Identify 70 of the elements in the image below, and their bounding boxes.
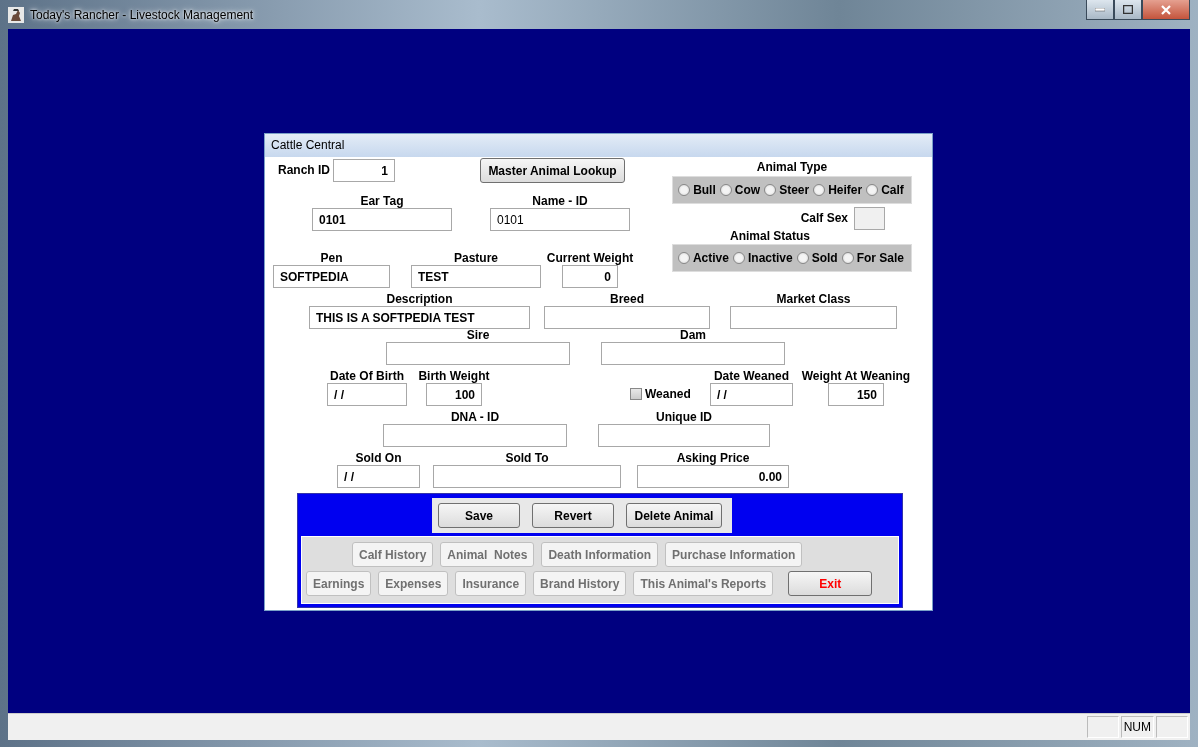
radio-option[interactable]: Bull	[678, 183, 716, 197]
field-label: Description	[386, 293, 453, 306]
text-field[interactable]: 0101	[490, 208, 630, 231]
field-label: Ranch ID	[278, 164, 328, 177]
minimize-button[interactable]	[1086, 0, 1114, 20]
radio-option[interactable]: Sold	[796, 251, 838, 265]
text-field[interactable]: 0	[562, 265, 618, 288]
radio-option[interactable]: Heifer	[813, 183, 863, 197]
field-label: Sire	[466, 329, 490, 342]
text-field[interactable]: / /	[327, 383, 407, 406]
group-label: Animal Status	[730, 230, 810, 243]
maximize-button[interactable]	[1114, 0, 1142, 20]
field-label: Asking Price	[676, 452, 750, 465]
text-field[interactable]: TEST	[411, 265, 541, 288]
text-field[interactable]: 0.00	[637, 465, 789, 488]
text-field[interactable]: 150	[827, 383, 884, 406]
field-label: Sold On	[355, 452, 402, 465]
lookup-button[interactable]: Master Animal Lookup	[480, 158, 625, 183]
field-label: Calf Sex	[800, 212, 848, 225]
text-field[interactable]	[854, 207, 885, 230]
text-field[interactable]: SOFTPEDIA	[273, 265, 390, 288]
num-lock-indicator: NUM	[1120, 716, 1154, 738]
text-field[interactable]: / /	[337, 465, 420, 488]
action-button[interactable]: Revert	[532, 503, 614, 528]
group-label: Animal Type	[756, 160, 828, 174]
text-field[interactable]	[433, 465, 621, 488]
text-field[interactable]: / /	[709, 383, 793, 406]
field-label: Breed	[610, 293, 644, 306]
action-button[interactable]: Save	[438, 503, 520, 528]
radio-option[interactable]: Steer	[764, 183, 810, 197]
text-field[interactable]: 1	[333, 159, 395, 182]
radio-option[interactable]: For Sale	[841, 251, 905, 265]
status-panel	[1156, 716, 1188, 738]
field-label: Sold To	[505, 452, 549, 465]
field-label: Unique ID	[656, 411, 712, 424]
text-field[interactable]	[544, 306, 710, 329]
field-label: Pasture	[454, 252, 498, 265]
field-label: Pen	[320, 252, 343, 265]
field-label: Ear Tag	[360, 195, 404, 208]
close-icon	[1160, 4, 1172, 15]
window-title: Today's Rancher - Livestock Management	[30, 7, 254, 22]
text-field[interactable]: 0101	[312, 208, 452, 231]
field-label: Market Class	[776, 293, 851, 306]
field-label: DNA - ID	[450, 411, 500, 424]
field-label: Date Weaned	[713, 370, 790, 383]
field-label: Weight At Weaning	[801, 370, 911, 383]
weaned-checkbox[interactable]: Weaned	[629, 387, 696, 401]
text-field[interactable]: THIS IS A SOFTPEDIA TEST	[309, 306, 530, 329]
text-field[interactable]	[601, 342, 785, 365]
field-label: Name - ID	[532, 195, 588, 208]
text-field[interactable]	[730, 306, 897, 329]
maximize-icon	[1123, 5, 1133, 14]
field-label: Date Of Birth	[330, 370, 404, 383]
field-label: Dam	[680, 329, 706, 342]
radio-option[interactable]: Cow	[719, 183, 761, 197]
field-label: Birth Weight	[418, 370, 490, 383]
radio-option[interactable]: Inactive	[733, 251, 793, 265]
text-field[interactable]: 100	[426, 383, 482, 406]
field-label: Current Weight	[546, 252, 634, 265]
close-button[interactable]	[1142, 0, 1190, 20]
text-field[interactable]	[598, 424, 770, 447]
text-field[interactable]	[383, 424, 567, 447]
radio-option[interactable]: Active	[677, 251, 729, 265]
radio-option[interactable]: Calf	[866, 183, 904, 197]
dialog-title: Cattle Central	[265, 134, 932, 157]
status-panel	[1086, 716, 1119, 738]
action-button[interactable]: Delete Animal	[626, 503, 722, 528]
cowboy-icon	[8, 6, 24, 23]
text-field[interactable]	[386, 342, 570, 365]
minimize-icon	[1095, 7, 1105, 12]
